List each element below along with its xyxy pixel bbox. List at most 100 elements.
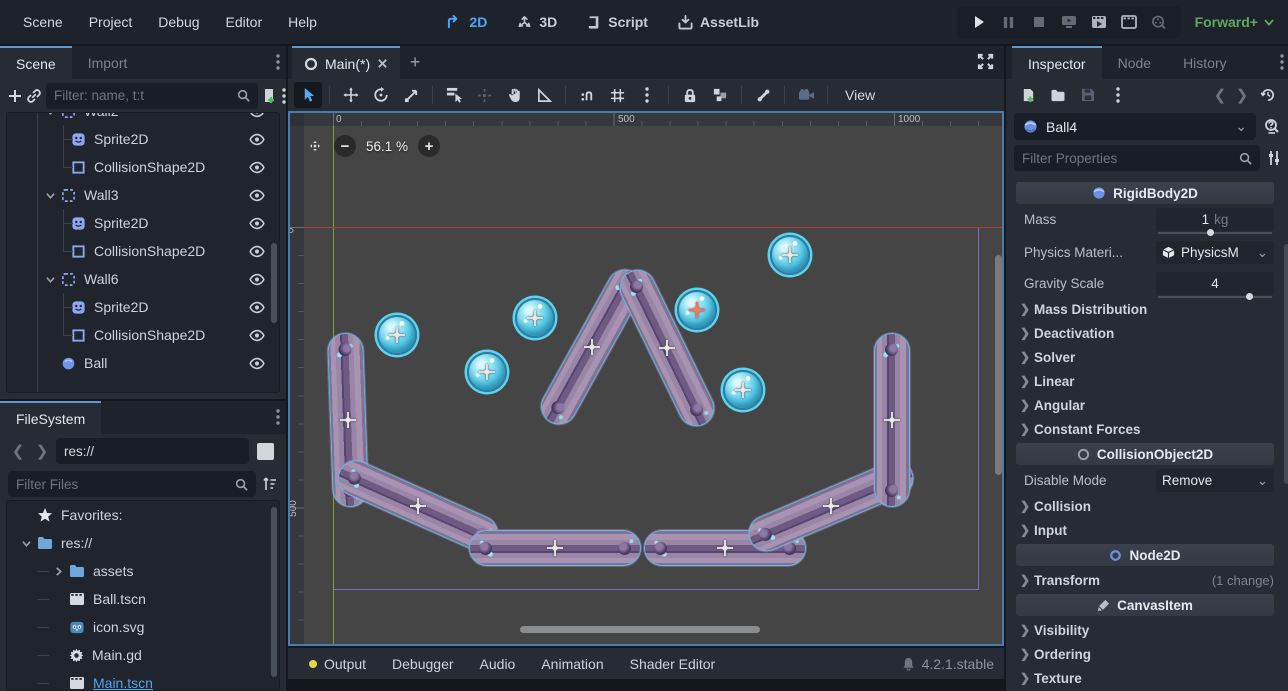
2d-viewport[interactable]: 0 500 1000 0 500 − 56.1 % + [288, 111, 1004, 646]
canvas-vscrollbar[interactable] [995, 255, 1002, 475]
tab-script[interactable]: Script [575, 9, 660, 35]
expand-arrow-icon[interactable] [53, 566, 63, 576]
group-ordering[interactable]: ❯Ordering [1016, 642, 1274, 666]
tab-animation[interactable]: Animation [530, 648, 614, 679]
menu-debug[interactable]: Debug [145, 10, 212, 34]
group-input[interactable]: ❯Input [1016, 518, 1274, 542]
scene-tree-menu-icon[interactable] [282, 83, 286, 109]
view-menu-button[interactable]: View [835, 87, 885, 103]
pan-tool-button[interactable] [500, 82, 528, 108]
nav-forward-icon[interactable]: ❯ [32, 439, 52, 463]
mass-value-field[interactable]: 1 kg [1156, 208, 1274, 231]
ruler-tool-button[interactable] [530, 82, 558, 108]
play-custom-scene-button[interactable] [1115, 9, 1143, 35]
filesystem-filter-input[interactable] [16, 477, 229, 492]
tree-row-ball-partial[interactable]: Ball [7, 349, 279, 377]
position-gizmo-icon[interactable] [883, 411, 901, 429]
tab-debugger[interactable]: Debugger [381, 648, 465, 679]
notification-bell-icon[interactable] [902, 657, 915, 671]
dock-menu-icon[interactable] [276, 409, 280, 425]
tab-shader-editor[interactable]: Shader Editor [619, 648, 727, 679]
movie-maker-icon[interactable] [1145, 9, 1173, 35]
visibility-eye-icon[interactable] [249, 329, 265, 342]
group-linear[interactable]: ❯Linear [1016, 369, 1274, 393]
fs-row-icon-svg[interactable]: icon.svg [7, 613, 279, 641]
nav-back-icon[interactable]: ❮ [8, 439, 28, 463]
tree-row-collisionshape2d[interactable]: CollisionShape2D [7, 237, 279, 265]
group-button[interactable] [706, 82, 734, 108]
physics-material-resource[interactable]: PhysicsM ⌄ [1156, 241, 1274, 264]
fs-row-ball-tscn[interactable]: Ball.tscn [7, 585, 279, 613]
fs-row-res[interactable]: res:// [7, 529, 279, 557]
snap-options-menu-icon[interactable] [633, 82, 661, 108]
position-gizmo-selected-icon[interactable] [688, 301, 706, 319]
tab-history[interactable]: History [1167, 46, 1243, 79]
pivot-tool-button[interactable] [470, 82, 498, 108]
position-gizmo-icon[interactable] [526, 309, 544, 327]
fs-row-main-tscn[interactable]: Main.tscn [7, 669, 279, 691]
group-mass-distribution[interactable]: ❯Mass Distribution [1016, 297, 1274, 321]
visibility-eye-icon[interactable] [249, 189, 265, 202]
collapse-arrow-icon[interactable] [45, 274, 55, 284]
select-tool-button[interactable] [294, 82, 322, 108]
history-forward-icon[interactable]: ❯ [1232, 83, 1252, 107]
attach-script-button[interactable] [262, 83, 278, 109]
group-angular[interactable]: ❯Angular [1016, 393, 1274, 417]
load-resource-button[interactable] [1044, 82, 1072, 108]
tab-inspector[interactable]: Inspector [1012, 46, 1102, 79]
fs-row-favorites[interactable]: Favorites: [7, 501, 279, 529]
expand-viewport-icon[interactable] [977, 53, 994, 70]
menu-help[interactable]: Help [275, 10, 330, 34]
tree-row-wall3[interactable]: Wall3 [7, 181, 279, 209]
instance-scene-button[interactable] [26, 83, 42, 109]
filesystem-scrollbar[interactable] [271, 507, 277, 677]
tab-audio[interactable]: Audio [469, 648, 527, 679]
property-tools-icon[interactable] [1266, 150, 1282, 166]
remote-debug-icon[interactable] [1055, 9, 1083, 35]
sort-icon[interactable] [262, 476, 278, 492]
history-back-icon[interactable]: ❮ [1210, 83, 1230, 107]
tree-row-sprite2d[interactable]: Sprite2D [7, 293, 279, 321]
tree-row-sprite2d[interactable]: Sprite2D [7, 209, 279, 237]
tab-3d[interactable]: 3D [505, 9, 569, 35]
group-solver[interactable]: ❯Solver [1016, 345, 1274, 369]
list-select-tool-button[interactable] [440, 82, 468, 108]
menu-editor[interactable]: Editor [213, 10, 276, 34]
zoom-out-button[interactable]: − [334, 135, 356, 157]
gravity-slider-grabber[interactable] [1246, 293, 1253, 300]
group-constant-forces[interactable]: ❯Constant Forces [1016, 417, 1274, 441]
visibility-eye-icon[interactable] [249, 301, 265, 314]
skeleton-bone-button[interactable] [749, 82, 777, 108]
tab-filesystem[interactable]: FileSystem [0, 401, 101, 434]
scene-filter-input[interactable] [54, 88, 231, 103]
save-button[interactable] [1074, 82, 1102, 108]
inspector-filter-input[interactable] [1022, 151, 1233, 166]
new-scene-tab-button[interactable]: + [400, 46, 430, 79]
dock-menu-icon[interactable] [1280, 54, 1284, 70]
visibility-eye-icon[interactable] [249, 273, 265, 286]
move-tool-button[interactable] [337, 82, 365, 108]
tab-scene-dock[interactable]: Scene [0, 46, 72, 79]
menu-project[interactable]: Project [76, 10, 146, 34]
visibility-eye-icon[interactable] [249, 133, 265, 146]
collapse-arrow-icon[interactable] [45, 112, 55, 116]
group-collision[interactable]: ❯Collision [1016, 494, 1274, 518]
tab-node[interactable]: Node [1102, 46, 1167, 79]
rotate-tool-button[interactable] [367, 82, 395, 108]
tab-main-scene[interactable]: Main(*) [292, 46, 400, 79]
tree-row-sprite2d[interactable]: Sprite2D [7, 125, 279, 153]
scale-tool-button[interactable] [397, 82, 425, 108]
inspector-scrollbar[interactable] [1284, 244, 1288, 484]
position-gizmo-icon[interactable] [822, 497, 840, 515]
tree-row-collisionshape2d[interactable]: CollisionShape2D [7, 321, 279, 349]
position-gizmo-icon[interactable] [546, 539, 564, 557]
position-gizmo-icon[interactable] [388, 326, 406, 344]
disable-mode-dropdown[interactable]: Remove ⌄ [1156, 469, 1274, 492]
zoom-level[interactable]: 56.1 % [366, 139, 408, 154]
group-visibility[interactable]: ❯Visibility [1016, 618, 1274, 642]
smart-snap-button[interactable] [573, 82, 601, 108]
zoom-in-button[interactable]: + [418, 135, 440, 157]
position-gizmo-icon[interactable] [734, 381, 752, 399]
pause-button[interactable] [995, 9, 1023, 35]
tab-assetlib[interactable]: AssetLib [666, 9, 771, 35]
